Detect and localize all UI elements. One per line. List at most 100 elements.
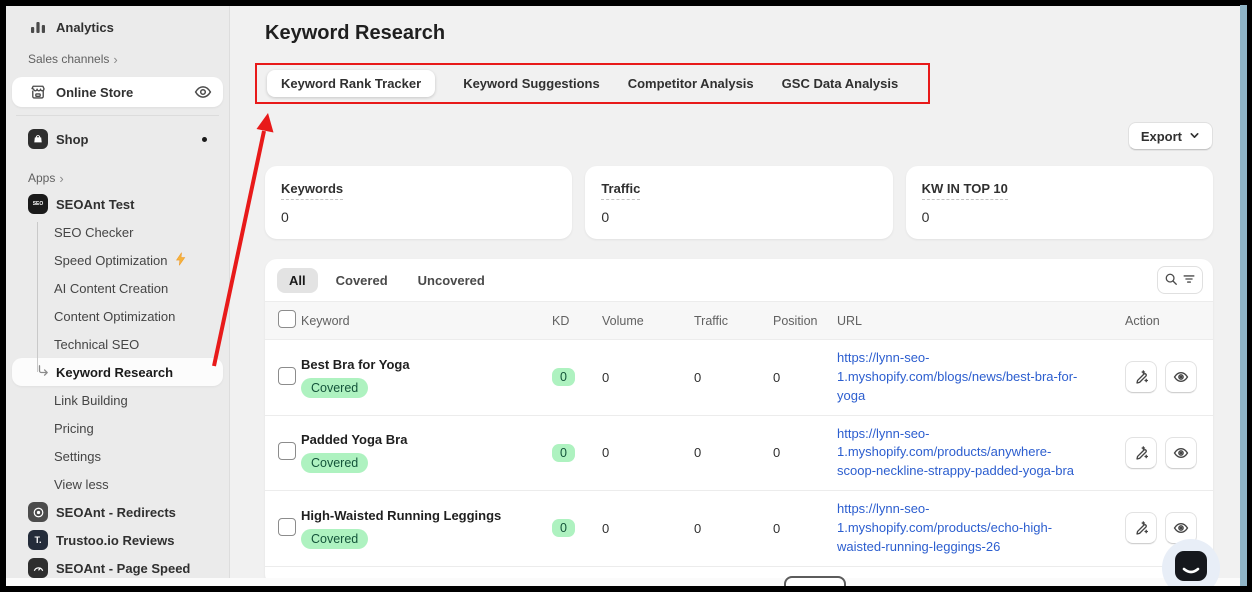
sidebar: Analytics Sales channels› Online Store: [6, 6, 230, 586]
row-checkbox[interactable]: [278, 518, 296, 536]
stats-cards: Keywords 0 Traffic 0 KW IN TOP 10 0: [265, 166, 1213, 239]
window-edge-strip: [1240, 5, 1247, 586]
url-link[interactable]: https://lynn-seo-1.myshopify.com/product…: [837, 500, 1125, 557]
sidebar-item-label: SEOAnt - Redirects: [56, 505, 176, 520]
sidebar-item-ai-content-creation[interactable]: AI Content Creation: [12, 274, 223, 302]
app-window: Analytics Sales channels› Online Store: [0, 0, 1252, 592]
sidebar-item-analytics[interactable]: Analytics: [12, 13, 223, 41]
table-row: High-Waisted Running Leggings Covered 0 …: [265, 491, 1213, 567]
page-title: Keyword Research: [265, 22, 1213, 45]
kd-value: 0: [552, 368, 575, 386]
sidebar-item-trustoo-reviews[interactable]: T. Trustoo.io Reviews: [12, 526, 223, 554]
column-header-kd: KD: [552, 314, 602, 328]
volume-value: 0: [602, 445, 694, 460]
sidebar-item-pricing[interactable]: Pricing: [12, 414, 223, 442]
sidebar-item-label: Shop: [56, 132, 89, 147]
select-all-checkbox[interactable]: [278, 310, 296, 328]
keyword-name: High-Waisted Running Leggings: [301, 508, 552, 523]
position-value: 0: [773, 445, 837, 460]
table-header-row: Keyword KD Volume Traffic Position URL A…: [265, 301, 1213, 340]
sidebar-item-label: Trustoo.io Reviews: [56, 533, 174, 548]
kd-value: 0: [552, 444, 575, 462]
keyword-name: Padded Yoga Bra: [301, 432, 552, 447]
tab-keyword-rank-tracker[interactable]: Keyword Rank Tracker: [267, 70, 435, 97]
toolbar: Export: [265, 122, 1213, 150]
table-row: Best Bra for Yoga Covered 0 0 0 0 https:…: [265, 340, 1213, 416]
stat-card-traffic: Traffic 0: [585, 166, 892, 239]
sidebar-item-seoant-test[interactable]: SEO SEOAnt Test: [12, 190, 223, 218]
filter-tab-covered[interactable]: Covered: [324, 268, 400, 293]
seoant-app-icon: SEO: [28, 194, 48, 214]
shop-channel-icon: [28, 129, 48, 149]
sidebar-item-seoant-redirects[interactable]: SEOAnt - Redirects: [12, 498, 223, 526]
column-header-url: URL: [837, 314, 1125, 328]
stat-card-kw-in-top-10: KW IN TOP 10 0: [906, 166, 1213, 239]
stat-value: 0: [601, 209, 876, 225]
view-button[interactable]: [1165, 361, 1197, 393]
store-icon: [28, 82, 48, 102]
filter-tab-all[interactable]: All: [277, 268, 318, 293]
sidebar-item-speed-optimization[interactable]: Speed Optimization: [12, 246, 223, 274]
pagination-button-clipped[interactable]: [784, 576, 846, 586]
tab-competitor-analysis[interactable]: Competitor Analysis: [628, 70, 754, 97]
tab-gsc-data-analysis[interactable]: GSC Data Analysis: [782, 70, 899, 97]
chat-bubble-icon: [1172, 547, 1210, 587]
stat-label: Keywords: [281, 181, 343, 200]
url-link[interactable]: https://lynn-seo-1.myshopify.com/blogs/n…: [837, 349, 1125, 406]
chevron-down-icon: [1189, 129, 1200, 144]
export-button[interactable]: Export: [1128, 122, 1213, 150]
stat-label: KW IN TOP 10: [922, 181, 1008, 200]
redirects-app-icon: [28, 502, 48, 522]
sidebar-item-label: SEOAnt - Page Speed: [56, 561, 190, 576]
sidebar-item-keyword-research[interactable]: Keyword Research: [12, 358, 223, 386]
search-icon: [1164, 272, 1178, 289]
stat-value: 0: [281, 209, 556, 225]
sidebar-item-online-store[interactable]: Online Store: [12, 77, 223, 107]
volume-value: 0: [602, 521, 694, 536]
admin-viewport: Analytics Sales channels› Online Store: [6, 6, 1240, 586]
lightning-bolt-icon: [175, 252, 186, 269]
optimize-button[interactable]: [1125, 512, 1157, 544]
sidebar-item-technical-seo[interactable]: Technical SEO: [12, 330, 223, 358]
sales-channels-header[interactable]: Sales channels›: [12, 49, 223, 69]
sidebar-item-view-less[interactable]: View less: [12, 470, 223, 498]
column-header-volume: Volume: [602, 314, 694, 328]
traffic-value: 0: [694, 445, 773, 460]
tab-bar-annotation-box: Keyword Rank Tracker Keyword Suggestions…: [255, 63, 930, 104]
shop-notification-dot: [202, 137, 213, 142]
sidebar-item-settings[interactable]: Settings: [12, 442, 223, 470]
chevron-right-icon: ›: [59, 171, 63, 186]
status-badge: Covered: [301, 453, 368, 473]
sidebar-item-content-optimization[interactable]: Content Optimization: [12, 302, 223, 330]
sidebar-item-seo-checker[interactable]: SEO Checker: [12, 218, 223, 246]
traffic-value: 0: [694, 521, 773, 536]
column-header-traffic: Traffic: [694, 314, 773, 328]
analytics-icon: [28, 17, 48, 37]
view-button[interactable]: [1165, 437, 1197, 469]
sidebar-divider: [16, 115, 219, 116]
sidebar-item-link-building[interactable]: Link Building: [12, 386, 223, 414]
nav-tree-connector: [37, 222, 38, 372]
chevron-right-icon: ›: [113, 52, 117, 67]
return-arrow-icon: [36, 364, 50, 381]
search-filter-button[interactable]: [1157, 266, 1203, 294]
status-badge: Covered: [301, 529, 368, 549]
url-link[interactable]: https://lynn-seo-1.myshopify.com/product…: [837, 425, 1125, 482]
row-checkbox[interactable]: [278, 367, 296, 385]
view-store-eye-icon[interactable]: [193, 82, 213, 102]
table-filter-bar: All Covered Uncovered: [265, 259, 1213, 301]
stat-label: Traffic: [601, 181, 640, 200]
page-speed-app-icon: [28, 558, 48, 578]
column-header-action: Action: [1125, 314, 1213, 328]
position-value: 0: [773, 521, 837, 536]
filter-icon: [1182, 272, 1196, 289]
sidebar-item-shop[interactable]: Shop: [12, 124, 223, 154]
tab-keyword-suggestions[interactable]: Keyword Suggestions: [463, 70, 600, 97]
optimize-button[interactable]: [1125, 437, 1157, 469]
row-checkbox[interactable]: [278, 442, 296, 460]
filter-tab-uncovered[interactable]: Uncovered: [406, 268, 497, 293]
apps-header[interactable]: Apps›: [12, 168, 223, 188]
stat-card-keywords: Keywords 0: [265, 166, 572, 239]
column-header-position: Position: [773, 314, 837, 328]
optimize-button[interactable]: [1125, 361, 1157, 393]
